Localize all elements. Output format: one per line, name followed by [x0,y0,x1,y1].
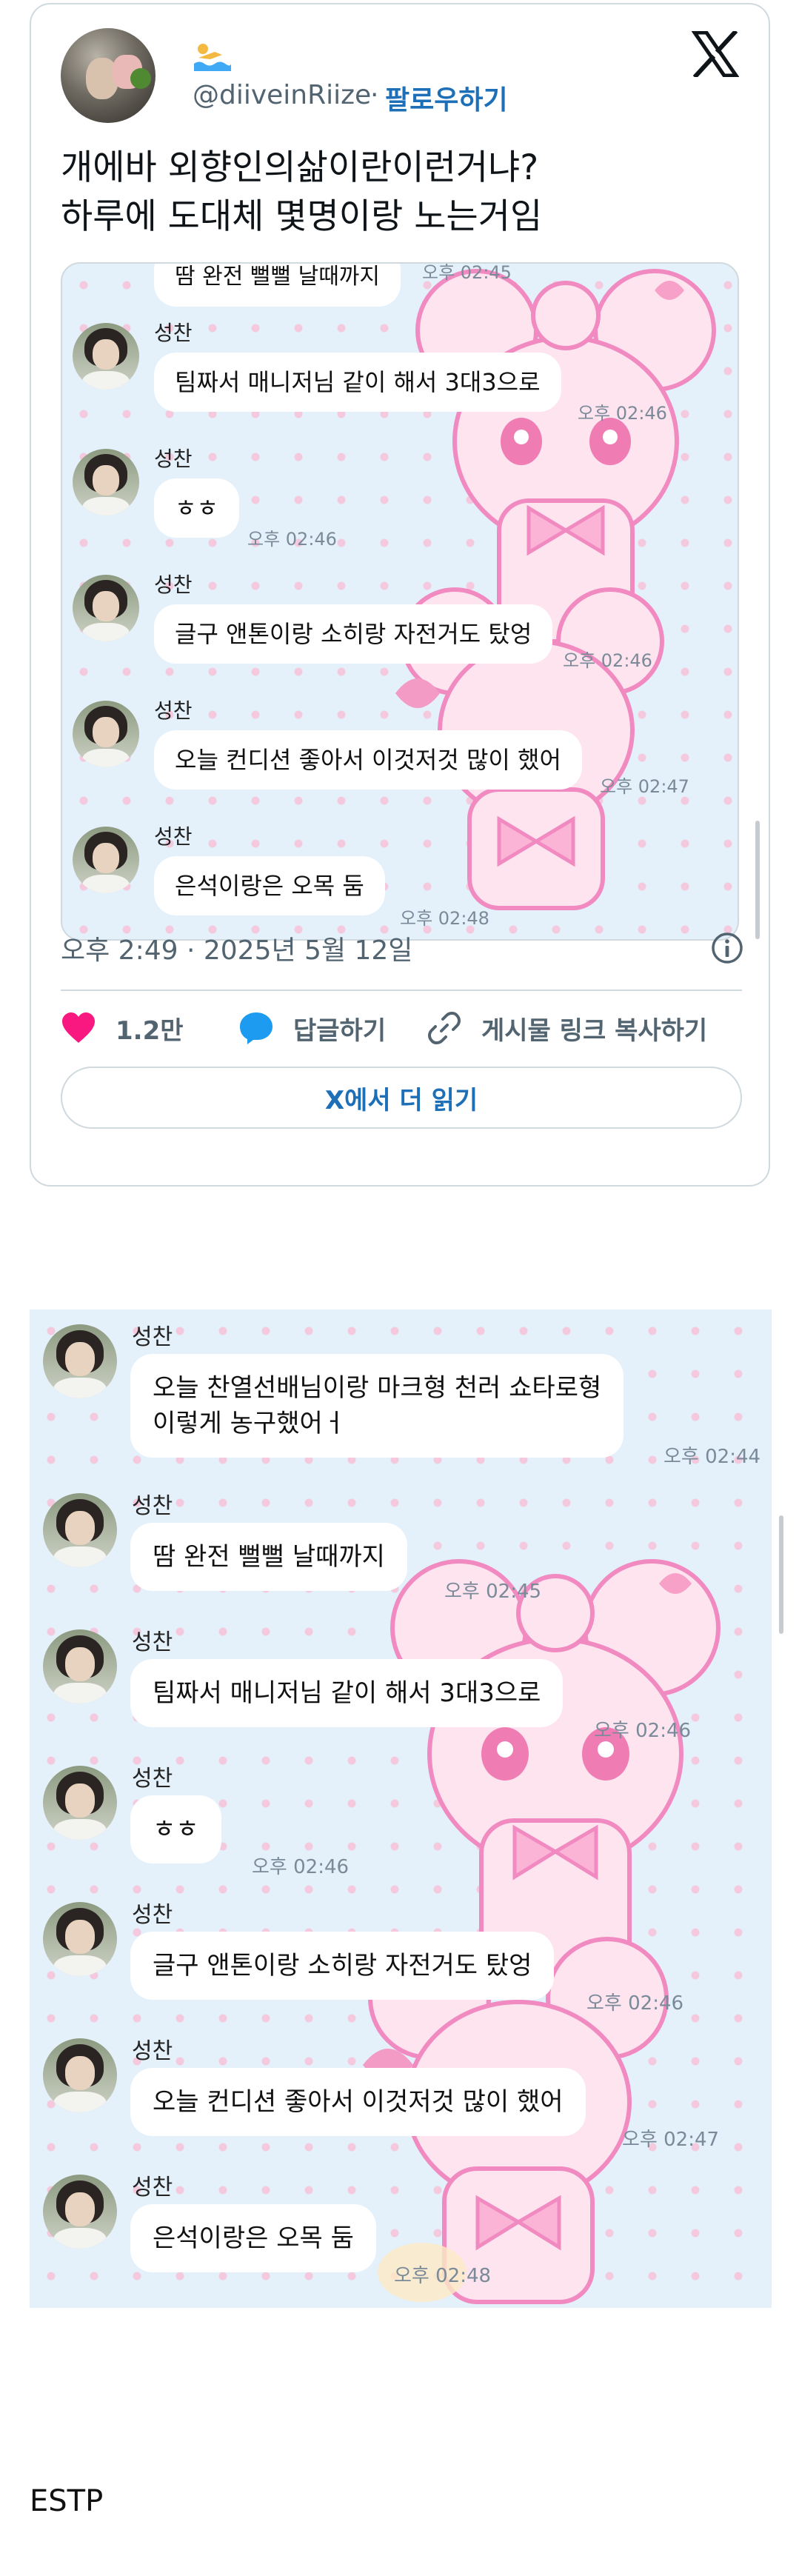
chat-bubble: ㅎㅎ [130,1795,221,1863]
sender-avatar[interactable] [73,449,139,515]
message-time: 오후 02:46 [247,529,337,550]
sender-name: 성찬 [154,321,193,345]
chat-bubble: ㅎㅎ [154,478,239,538]
chat-bubble: 은석이랑은 오목 둠 [154,856,385,915]
chat-bubble: 팀짜서 매니저님 같이 해서 3대3으로 [130,1659,564,1727]
sender-avatar[interactable] [73,323,139,390]
footer-caption: ESTP [30,2484,104,2518]
chat-bubble: 오늘 컨디션 좋아서 이것저것 많이 했어 [130,2068,586,2136]
message-time: 오후 02:47 [622,2129,720,2151]
tweet-divider [61,990,742,991]
chat-bubble: 오늘 컨디션 좋아서 이것저것 많이 했어 [154,730,582,790]
scrollbar-thumb[interactable] [755,821,760,939]
sender-name: 성찬 [132,2038,173,2064]
read-more-on-x-button[interactable]: X에서 더 읽기 [61,1067,742,1129]
message-time: 오후 02:48 [400,908,489,929]
chat-bubble: 글구 앤톤이랑 소히랑 자전거도 탔엉 [154,604,553,664]
sender-avatar[interactable] [43,1493,117,1567]
chat-bubble: 팀짜서 매니저님 같이 해서 3대3으로 [154,353,561,412]
chat-bubble: 오늘 찬열선배님이랑 마크형 천러 쇼타로형 이렇게 농구했어ㅓ [130,1354,624,1458]
message-time: 오후 02:46 [594,1720,692,1742]
scrollbar-thumb[interactable] [779,1515,783,1634]
message-time: 오후 02:47 [600,776,689,797]
handle-separator: · [370,80,379,110]
like-button[interactable]: 1.2만 [61,1007,184,1049]
link-icon [428,1012,461,1044]
follow-button[interactable]: 팔로우하기 [385,79,508,117]
sender-name: 성찬 [154,824,193,849]
tweet-text: 개에바 외향인의삶이란이런거냐? 하루에 도대체 몇명이랑 노는거임 [61,147,543,237]
chat-bubble: 땀 완전 뻘뻘 날때까지 [130,1523,407,1591]
message-time: 오후 02:46 [578,403,667,424]
heart-icon [62,1012,95,1043]
reply-label: 답글하기 [293,1015,387,1046]
like-count: 1.2만 [116,1015,184,1046]
sender-avatar[interactable] [73,701,139,767]
sender-name: 성찬 [154,573,193,597]
info-icon[interactable] [711,932,743,964]
message-time: 오후 02:45 [444,1581,542,1603]
sender-name: 성찬 [154,447,193,471]
sender-name: 성찬 [154,698,193,723]
sender-name: 성찬 [132,1324,173,1350]
user-handle[interactable]: @diiveinRiize [193,80,371,110]
sender-avatar[interactable] [43,1902,117,1976]
sender-avatar[interactable] [43,1629,117,1704]
sender-avatar[interactable] [43,1766,117,1840]
reply-icon [240,1012,273,1044]
chat-bubble: 글구 앤톤이랑 소히랑 자전거도 탔엉 [130,1932,555,2000]
swimmer-emoji-icon [194,44,231,71]
sender-name: 성찬 [132,1629,173,1655]
reply-button[interactable]: 답글하기 [238,1007,386,1049]
chat-bubble: 은석이랑은 오목 둠 [130,2204,376,2272]
sender-avatar[interactable] [43,2175,117,2249]
sender-avatar[interactable] [73,827,139,893]
message-time: 오후 02:44 [663,1446,761,1468]
sender-avatar[interactable] [43,2038,117,2112]
tweet-image-chat-screenshot[interactable]: 땀 완전 뻘뻘 날때까지 오후 02:45 성찬팀짜서 매니저님 같이 해서 3… [61,262,739,941]
sender-avatar[interactable] [43,1324,117,1398]
tweet-card: @diiveinRiize · 팔로우하기 개에바 외향인의삶이란이런거냐? 하… [30,3,770,1187]
sender-name: 성찬 [132,1493,173,1519]
x-logo-icon[interactable] [692,31,739,77]
message-time: 오후 02:46 [563,650,652,671]
copy-link-button[interactable]: 게시물 링크 복사하기 [427,1007,707,1049]
message-time: 오후 02:46 [586,1992,684,2015]
chat-screenshot: 성찬 오늘 찬열선배님이랑 마크형 천러 쇼타로형 이렇게 농구했어ㅓ 오후 02:… [30,1309,772,2308]
sender-name: 성찬 [132,1766,173,1792]
sender-name: 성찬 [132,1902,173,1928]
sender-avatar[interactable] [73,575,139,641]
message-time: 오후 02:48 [394,2265,492,2287]
chat-bubble: 땀 완전 뻘뻘 날때까지 [154,264,401,307]
message-time: 오후 02:46 [252,1856,350,1878]
message-time: 오후 02:45 [422,262,512,283]
sender-name: 성찬 [132,2175,173,2200]
copy-link-label: 게시물 링크 복사하기 [481,1015,708,1046]
tweet-timestamp[interactable]: 오후 2:49 · 2025년 5월 12일 [61,929,412,967]
profile-avatar[interactable] [61,28,156,123]
